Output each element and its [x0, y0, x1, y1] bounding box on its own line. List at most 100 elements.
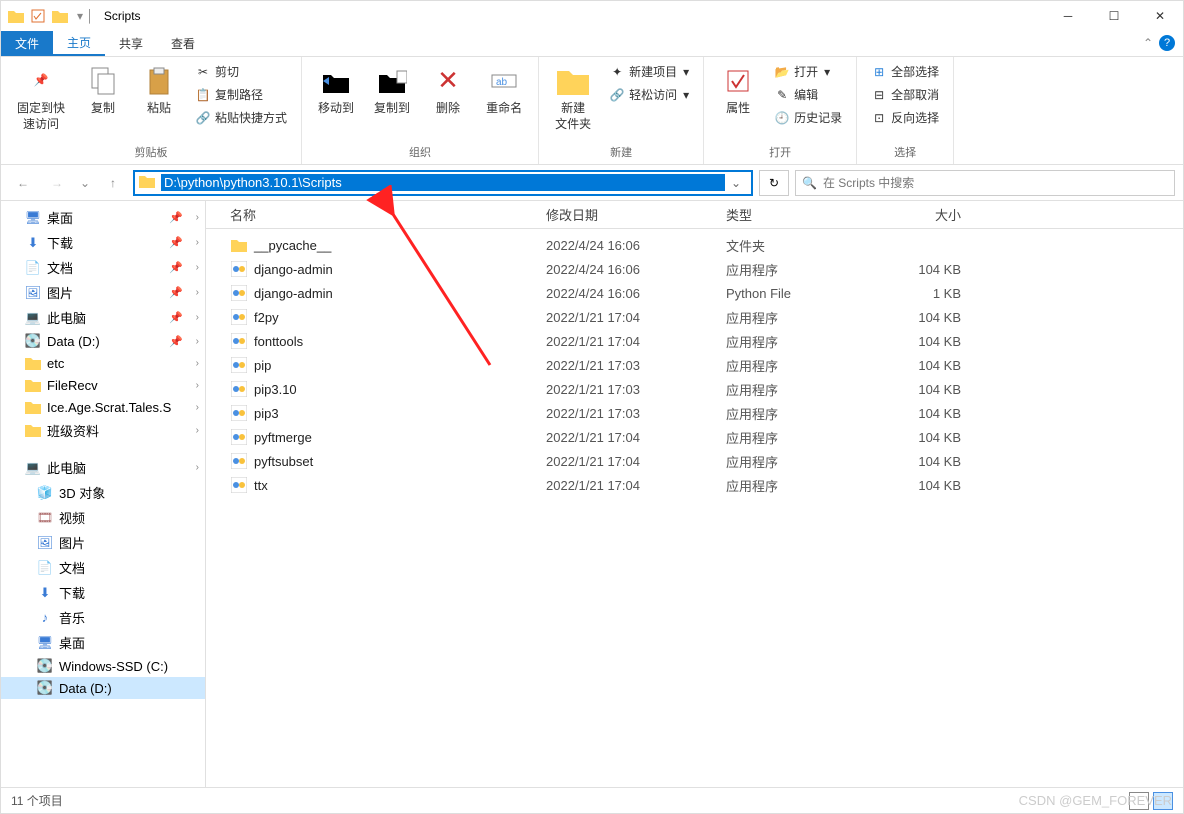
nav-item[interactable]: FileRecv›: [1, 374, 205, 396]
app-icon: [230, 380, 248, 398]
back-button[interactable]: ←: [9, 169, 37, 197]
up-button[interactable]: ↑: [99, 169, 127, 197]
file-row[interactable]: pip3 2022/1/21 17:03 应用程序 104 KB: [206, 401, 1183, 425]
chevron-icon: ›: [196, 462, 199, 473]
group-open-label: 打开: [769, 142, 791, 162]
file-row[interactable]: pip3.10 2022/1/21 17:03 应用程序 104 KB: [206, 377, 1183, 401]
nav-item[interactable]: 💽Data (D:): [1, 677, 205, 699]
collapse-ribbon-icon[interactable]: ⌃: [1143, 36, 1153, 50]
minimize-button[interactable]: ─: [1045, 1, 1091, 31]
nav-item[interactable]: 🖼图片📌›: [1, 280, 205, 305]
address-input[interactable]: D:\python\python3.10.1\Scripts ⌄: [133, 170, 753, 196]
qat-properties-icon[interactable]: [29, 7, 47, 25]
copy-button[interactable]: 复制: [79, 61, 127, 121]
column-date[interactable]: 修改日期: [546, 205, 726, 224]
forward-button[interactable]: →: [43, 169, 71, 197]
nav-item[interactable]: 💻此电脑📌›: [1, 305, 205, 330]
rename-button[interactable]: ab重命名: [480, 61, 528, 121]
copy-path-button[interactable]: 📋复制路径: [191, 84, 291, 105]
select-none-button[interactable]: ⊟全部取消: [867, 84, 943, 105]
easy-access-button[interactable]: 🔗轻松访问▾: [605, 84, 693, 105]
maximize-button[interactable]: ☐: [1091, 1, 1137, 31]
select-all-button[interactable]: ⊞全部选择: [867, 61, 943, 82]
recent-locations-button[interactable]: ⌄: [77, 169, 93, 197]
app-icon: [230, 476, 248, 494]
new-folder-icon: [557, 65, 589, 97]
chevron-icon: ›: [196, 336, 199, 347]
file-row[interactable]: django-admin 2022/4/24 16:06 Python File…: [206, 281, 1183, 305]
cut-button[interactable]: ✂剪切: [191, 61, 291, 82]
invert-selection-button[interactable]: ⊡反向选择: [867, 107, 943, 128]
help-icon[interactable]: ?: [1159, 35, 1175, 51]
nav-item[interactable]: 🖼图片: [1, 530, 205, 555]
history-icon: 🕘: [774, 110, 790, 126]
file-row[interactable]: f2py 2022/1/21 17:04 应用程序 104 KB: [206, 305, 1183, 329]
nav-item[interactable]: 🖥桌面: [1, 630, 205, 655]
edit-button[interactable]: ✎编辑: [770, 84, 846, 105]
navigation-pane[interactable]: 🖥桌面📌›⬇下载📌›📄文档📌›🖼图片📌›💻此电脑📌›💽Data (D:)📌›et…: [1, 201, 206, 787]
file-row[interactable]: pyftmerge 2022/1/21 17:04 应用程序 104 KB: [206, 425, 1183, 449]
nav-item[interactable]: 🎞视频: [1, 505, 205, 530]
music-icon: ♪: [37, 610, 53, 626]
pin-icon: 📌: [169, 311, 183, 324]
nav-item[interactable]: 班级资料›: [1, 418, 205, 443]
tab-file[interactable]: 文件: [1, 31, 53, 56]
file-row[interactable]: pyftsubset 2022/1/21 17:04 应用程序 104 KB: [206, 449, 1183, 473]
rename-icon: ab: [488, 65, 520, 97]
copy-to-button[interactable]: 复制到: [368, 61, 416, 121]
nav-item[interactable]: 🧊3D 对象: [1, 480, 205, 505]
download-icon: ⬇: [37, 585, 53, 601]
address-path[interactable]: D:\python\python3.10.1\Scripts: [161, 174, 725, 191]
desktop-icon: 🖥: [25, 210, 41, 226]
new-folder-button[interactable]: 新建 文件夹: [549, 61, 597, 136]
qat-separator: ▾ │: [77, 9, 94, 23]
column-type[interactable]: 类型: [726, 205, 881, 224]
properties-button[interactable]: 属性: [714, 61, 762, 121]
nav-item[interactable]: ♪音乐: [1, 605, 205, 630]
file-list[interactable]: __pycache__ 2022/4/24 16:06 文件夹 django-a…: [206, 229, 1183, 787]
pin-to-quick-access-button[interactable]: 📌 固定到快 速访问: [11, 61, 71, 136]
file-row[interactable]: __pycache__ 2022/4/24 16:06 文件夹: [206, 233, 1183, 257]
open-button[interactable]: 📂打开▾: [770, 61, 846, 82]
nav-this-pc[interactable]: 💻此电脑›: [1, 455, 205, 480]
edit-icon: ✎: [774, 87, 790, 103]
nav-item[interactable]: 📄文档📌›: [1, 255, 205, 280]
desktop-icon: 🖥: [37, 635, 53, 651]
delete-icon: ✕: [432, 65, 464, 97]
file-row[interactable]: ttx 2022/1/21 17:04 应用程序 104 KB: [206, 473, 1183, 497]
column-size[interactable]: 大小: [881, 205, 981, 224]
close-button[interactable]: ✕: [1137, 1, 1183, 31]
move-to-button[interactable]: 移动到: [312, 61, 360, 121]
search-input[interactable]: 🔍 在 Scripts 中搜索: [795, 170, 1175, 196]
file-row[interactable]: django-admin 2022/4/24 16:06 应用程序 104 KB: [206, 257, 1183, 281]
file-row[interactable]: fonttools 2022/1/21 17:04 应用程序 104 KB: [206, 329, 1183, 353]
nav-item[interactable]: ⬇下载: [1, 580, 205, 605]
paste-shortcut-button[interactable]: 🔗粘贴快捷方式: [191, 107, 291, 128]
tab-view[interactable]: 查看: [157, 31, 209, 56]
delete-button[interactable]: ✕删除: [424, 61, 472, 121]
column-name[interactable]: 名称: [206, 205, 546, 224]
folder-icon: [230, 236, 248, 254]
picture-icon: 🖼: [37, 535, 53, 551]
chevron-down-icon[interactable]: ⌄: [725, 176, 747, 190]
copy-path-icon: 📋: [195, 87, 211, 103]
address-bar: ← → ⌄ ↑ D:\python\python3.10.1\Scripts ⌄…: [1, 165, 1183, 201]
new-item-button[interactable]: ✦新建项目▾: [605, 61, 693, 82]
nav-item[interactable]: 📄文档: [1, 555, 205, 580]
folder-icon: [25, 399, 41, 415]
new-item-icon: ✦: [609, 64, 625, 80]
nav-item[interactable]: etc›: [1, 352, 205, 374]
nav-item[interactable]: 💽Windows-SSD (C:): [1, 655, 205, 677]
paste-button[interactable]: 粘贴: [135, 61, 183, 121]
nav-item[interactable]: 💽Data (D:)📌›: [1, 330, 205, 352]
file-row[interactable]: pip 2022/1/21 17:03 应用程序 104 KB: [206, 353, 1183, 377]
nav-item[interactable]: Ice.Age.Scrat.Tales.S›: [1, 396, 205, 418]
tab-home[interactable]: 主页: [53, 31, 105, 56]
tab-share[interactable]: 共享: [105, 31, 157, 56]
nav-item[interactable]: 🖥桌面📌›: [1, 205, 205, 230]
column-header[interactable]: 名称 修改日期 类型 大小: [206, 201, 1183, 229]
refresh-button[interactable]: ↻: [759, 170, 789, 196]
group-organize-label: 组织: [409, 142, 431, 162]
nav-item[interactable]: ⬇下载📌›: [1, 230, 205, 255]
history-button[interactable]: 🕘历史记录: [770, 107, 846, 128]
